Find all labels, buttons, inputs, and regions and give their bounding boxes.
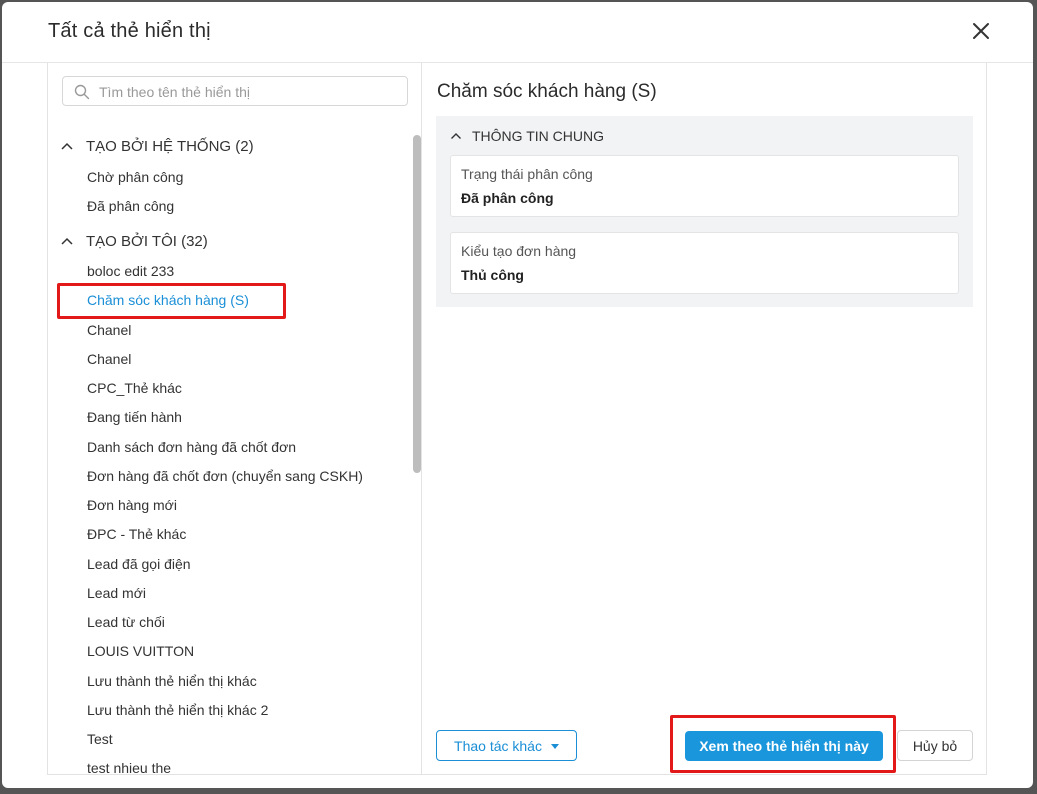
list-item[interactable]: Lead từ chối xyxy=(87,614,165,630)
list-item[interactable]: Chanel xyxy=(87,351,131,367)
list-item[interactable]: Lead mới xyxy=(87,585,146,601)
search-icon xyxy=(74,84,90,100)
list-item[interactable]: Test xyxy=(87,731,113,747)
section-header-general[interactable]: THÔNG TIN CHUNG xyxy=(450,128,604,144)
chevron-up-icon xyxy=(61,142,73,150)
caret-down-icon xyxy=(550,744,559,749)
close-icon xyxy=(973,23,989,39)
search-box xyxy=(62,76,408,106)
field-label: Trạng thái phân công xyxy=(461,166,593,182)
close-button[interactable] xyxy=(968,18,994,44)
general-info-panel: THÔNG TIN CHUNG Trạng thái phân công Đã … xyxy=(436,116,973,307)
more-actions-label: Thao tác khác xyxy=(454,737,542,754)
list-item[interactable]: test nhieu the xyxy=(87,760,171,775)
field-label: Kiểu tạo đơn hàng xyxy=(461,243,577,259)
list-item[interactable]: Chờ phân công xyxy=(87,169,183,185)
field-card-assignment-status: Trạng thái phân công Đã phân công xyxy=(450,155,959,217)
cancel-button[interactable]: Hủy bỏ xyxy=(897,730,973,761)
field-value: Đã phân công xyxy=(461,190,554,206)
scrollbar-thumb[interactable] xyxy=(413,135,421,473)
dialog-title: Tất cả thẻ hiển thị xyxy=(48,20,211,42)
chevron-up-icon xyxy=(451,133,461,139)
list-item[interactable]: boloc edit 233 xyxy=(87,263,174,279)
button-highlight-box xyxy=(670,715,896,773)
list-item[interactable]: Danh sách đơn hàng đã chốt đơn xyxy=(87,439,296,455)
group-label: TẠO BỞI HỆ THỐNG (2) xyxy=(86,137,254,155)
card-list-pane: TẠO BỞI HỆ THỐNG (2) Chờ phân công Đã ph… xyxy=(47,63,422,775)
list-item[interactable]: Lưu thành thẻ hiển thị khác 2 xyxy=(87,702,268,718)
list-item[interactable]: Lead đã gọi điện xyxy=(87,556,191,572)
list-item[interactable]: CPC_Thẻ khác xyxy=(87,380,182,396)
field-value: Thủ công xyxy=(461,267,524,283)
list-item[interactable]: Đơn hàng mới xyxy=(87,497,177,513)
list-item[interactable]: Đơn hàng đã chốt đơn (chuyển sang CSKH) xyxy=(87,468,363,484)
list-item[interactable]: Đang tiến hành xyxy=(87,409,182,425)
visibility-cards-dialog: Tất cả thẻ hiển thị TẠO BỞI HỆ THỐNG (2)… xyxy=(2,2,1033,788)
more-actions-button[interactable]: Thao tác khác xyxy=(436,730,577,761)
list-item[interactable]: LOUIS VUITTON xyxy=(87,643,194,659)
list-item[interactable]: Đã phân công xyxy=(87,198,174,214)
group-label: TẠO BỞI TÔI (32) xyxy=(86,232,208,250)
list-item[interactable]: ĐPC - Thẻ khác xyxy=(87,526,186,542)
group-header-mine[interactable]: TẠO BỞI TÔI (32) xyxy=(60,230,208,252)
chevron-up-icon xyxy=(61,237,73,245)
group-header-system[interactable]: TẠO BỞI HỆ THỐNG (2) xyxy=(60,135,254,157)
selection-highlight-box xyxy=(57,283,286,319)
detail-title: Chăm sóc khách hàng (S) xyxy=(437,81,657,102)
field-card-order-creation-type: Kiểu tạo đơn hàng Thủ công xyxy=(450,232,959,294)
search-input[interactable] xyxy=(97,82,401,102)
list-item[interactable]: Lưu thành thẻ hiển thị khác xyxy=(87,673,257,689)
section-title: THÔNG TIN CHUNG xyxy=(472,128,604,144)
list-item[interactable]: Chanel xyxy=(87,322,131,338)
